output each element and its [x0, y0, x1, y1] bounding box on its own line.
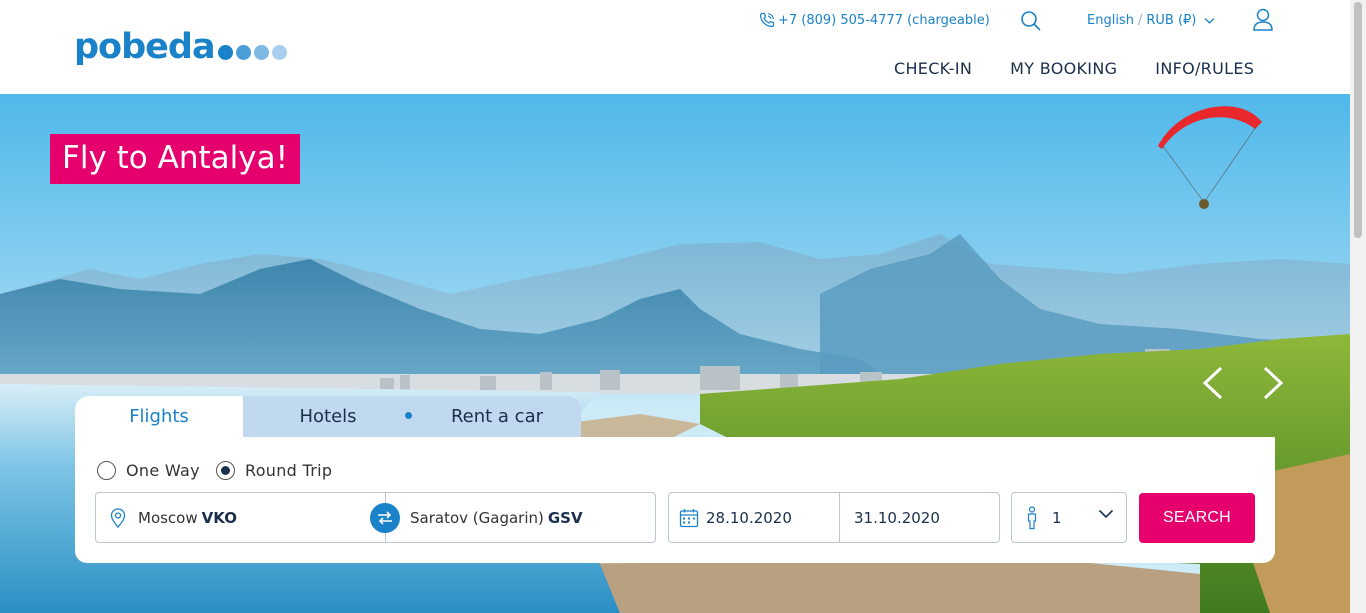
- tab-flights[interactable]: Flights: [75, 396, 243, 437]
- passengers-selector[interactable]: 1: [1011, 492, 1127, 543]
- round-trip-radio[interactable]: Round Trip: [216, 461, 332, 480]
- origin-field[interactable]: Moscow VKO: [95, 492, 386, 543]
- main-nav: CHECK-IN MY BOOKING INFO/RULES: [894, 59, 1254, 78]
- search-tabs: Flights Hotels Rent a car: [75, 396, 581, 437]
- user-icon[interactable]: [1252, 8, 1274, 36]
- swap-direction-button[interactable]: [370, 503, 400, 533]
- one-way-radio[interactable]: One Way: [97, 461, 200, 480]
- phone-link[interactable]: +7 (809) 505-4777 (chargeable): [759, 12, 990, 28]
- lang-separator: /: [1137, 13, 1143, 28]
- phone-number: +7 (809) 505-4777 (chargeable): [778, 12, 990, 28]
- language-label: English: [1087, 13, 1134, 28]
- tab-separator-dot: [405, 412, 412, 419]
- location-pin-icon: [110, 507, 126, 528]
- pobeda-logo[interactable]: pobeda: [74, 27, 287, 67]
- scrollbar-thumb[interactable]: [1354, 2, 1362, 238]
- destination-city: Saratov (Gagarin): [410, 508, 544, 527]
- page-scrollbar[interactable]: [1350, 0, 1366, 613]
- origin-code: VKO: [201, 508, 237, 527]
- search-button[interactable]: SEARCH: [1139, 493, 1255, 543]
- logo-dot: [235, 44, 251, 60]
- promo-headline[interactable]: Fly to Antalya!: [50, 134, 301, 184]
- logo-dot: [217, 44, 233, 60]
- origin-city: Moscow: [138, 508, 198, 527]
- language-currency-selector[interactable]: English / RUB (₽): [1087, 13, 1215, 28]
- logo-dots: [217, 44, 287, 60]
- search-icon[interactable]: [1020, 10, 1042, 36]
- nav-info-rules[interactable]: INFO/RULES: [1155, 59, 1254, 78]
- destination-field[interactable]: Saratov (Gagarin) GSV: [385, 492, 656, 543]
- passenger-icon: [1027, 505, 1037, 529]
- return-date-field[interactable]: 31.10.2020: [839, 492, 1000, 543]
- site-header: pobeda +7 (809) 505-4777 (chargeable) En…: [0, 0, 1350, 94]
- phone-icon: [759, 12, 775, 28]
- chevron-right-icon[interactable]: [1262, 366, 1284, 404]
- currency-label: RUB (₽): [1146, 13, 1197, 28]
- chevron-down-icon: [1204, 17, 1215, 24]
- logo-dot: [253, 44, 269, 60]
- round-trip-label: Round Trip: [245, 461, 333, 480]
- swap-arrows-icon: [378, 511, 392, 525]
- logo-text: pobeda: [74, 27, 216, 67]
- one-way-label: One Way: [126, 461, 200, 480]
- departure-date: 28.10.2020: [706, 508, 792, 527]
- page: pobeda +7 (809) 505-4777 (chargeable) En…: [0, 0, 1366, 613]
- passenger-count: 1: [1052, 508, 1062, 527]
- tab-hotels[interactable]: Hotels: [243, 396, 413, 437]
- radio-circle-selected: [216, 461, 235, 480]
- chevron-left-icon[interactable]: [1202, 366, 1224, 404]
- logo-dot: [271, 44, 287, 60]
- calendar-icon: [679, 508, 699, 527]
- tab-rent-a-car[interactable]: Rent a car: [413, 396, 581, 437]
- nav-check-in[interactable]: CHECK-IN: [894, 59, 972, 78]
- radio-circle: [97, 461, 116, 480]
- destination-code: GSV: [547, 508, 583, 527]
- chevron-down-icon: [1098, 509, 1114, 519]
- flight-search-panel: One Way Round Trip Moscow VKO Saratov (G…: [75, 437, 1275, 563]
- departure-date-field[interactable]: 28.10.2020: [668, 492, 840, 543]
- nav-my-booking[interactable]: MY BOOKING: [1010, 59, 1117, 78]
- return-date: 31.10.2020: [854, 508, 940, 527]
